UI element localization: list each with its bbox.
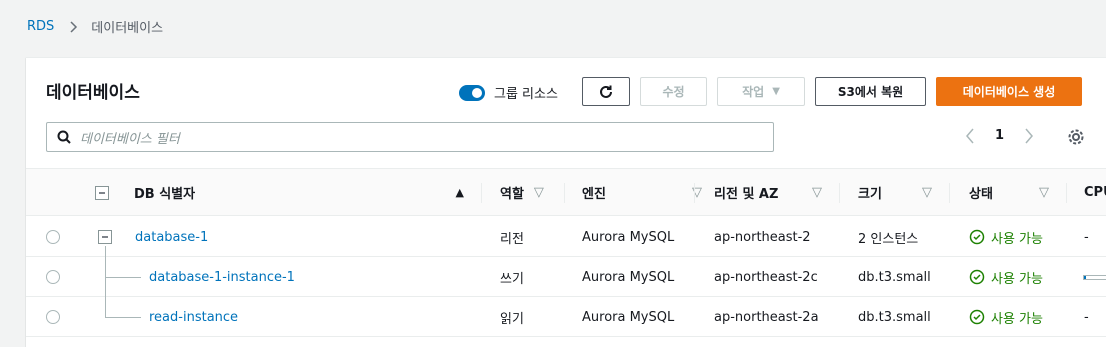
sort-icon: ▽ (1039, 185, 1049, 200)
role-cell: 쓰기 (500, 271, 524, 287)
check-circle-icon (969, 229, 985, 245)
chevron-left-icon[interactable] (965, 128, 975, 148)
row-radio[interactable] (46, 230, 60, 244)
column-db-identifier[interactable]: DB 식별자 ▲ (134, 169, 464, 216)
actions-label: 작업 (742, 85, 765, 99)
databases-panel: 데이터베이스 그룹 리소스 수정 작업 ▼ S3에서 복원 데이터베이스 생성 … (26, 57, 1106, 347)
db-identifier-link[interactable]: read-instance (149, 297, 238, 337)
actions-button[interactable]: 작업 ▼ (717, 77, 805, 106)
breadcrumb-rds-link[interactable]: RDS (27, 19, 54, 34)
toggle-label: 그룹 리소스 (494, 87, 558, 102)
gear-icon[interactable] (1067, 128, 1085, 150)
breadcrumb-current: 데이터베이스 (91, 21, 164, 36)
sort-icon: ▽ (922, 185, 932, 200)
engine-cell: Aurora MySQL (582, 309, 675, 325)
cpu-bar (1083, 257, 1106, 297)
check-circle-icon (969, 309, 985, 325)
engine-cell: Aurora MySQL (582, 229, 675, 245)
table-header: DB 식별자 ▲ 역할▽ 엔진▽ 리전 및 AZ▽ 크기▽ 상태▽ CPU (26, 168, 1106, 216)
row-radio[interactable] (46, 310, 60, 324)
sort-icon: ▽ (812, 185, 822, 200)
role-cell: 읽기 (500, 311, 524, 327)
tree-connector (105, 317, 141, 318)
modify-button[interactable]: 수정 (640, 77, 707, 106)
toggle-switch[interactable] (459, 84, 485, 101)
page-number[interactable]: 1 (995, 128, 1004, 143)
search-input[interactable]: 데이터베이스 필터 (46, 122, 774, 152)
tree-connector (105, 246, 106, 318)
size-cell: db.t3.small (858, 309, 931, 325)
group-resources-toggle[interactable]: 그룹 리소스 (459, 83, 558, 102)
column-region-az[interactable]: 리전 및 AZ ▽ (714, 169, 822, 216)
breadcrumb: RDS 데이터베이스 (27, 17, 163, 36)
search-placeholder: 데이터베이스 필터 (80, 131, 180, 147)
region-cell: ap-northeast-2 (714, 229, 811, 245)
chevron-right-icon[interactable] (1024, 128, 1034, 148)
check-circle-icon (969, 269, 985, 285)
size-cell: 2 인스턴스 (858, 231, 919, 247)
sort-ascending-icon: ▲ (455, 186, 464, 199)
page-title: 데이터베이스 (46, 83, 140, 103)
column-role[interactable]: 역할 ▽ (500, 169, 544, 216)
status-badge: 사용 가능 (969, 257, 1043, 297)
db-identifier-link[interactable]: database-1-instance-1 (149, 257, 295, 297)
cpu-cell: - (1084, 229, 1089, 245)
table-row[interactable]: read-instance 읽기 Aurora MySQL ap-northea… (26, 297, 1106, 337)
region-cell: ap-northeast-2a (714, 309, 819, 325)
region-cell: ap-northeast-2c (714, 269, 818, 285)
column-cpu[interactable]: CPU (1084, 169, 1106, 216)
create-database-button[interactable]: 데이터베이스 생성 (936, 77, 1082, 106)
tree-connector (105, 277, 141, 278)
chevron-right-icon (70, 20, 78, 33)
restore-from-s3-button[interactable]: S3에서 복원 (815, 77, 926, 106)
column-engine[interactable]: 엔진 ▽ (582, 169, 702, 216)
search-icon (57, 130, 71, 144)
column-size[interactable]: 크기 ▽ (858, 169, 932, 216)
status-badge: 사용 가능 (969, 217, 1043, 257)
row-radio[interactable] (46, 270, 60, 284)
status-badge: 사용 가능 (969, 297, 1043, 337)
db-identifier-link[interactable]: database-1 (135, 217, 208, 257)
sort-icon: ▽ (533, 185, 544, 200)
select-all-checkbox[interactable] (95, 169, 109, 216)
role-cell: 리전 (500, 231, 524, 247)
table-row[interactable]: database-1-instance-1 쓰기 Aurora MySQL ap… (26, 257, 1106, 297)
caret-down-icon: ▼ (772, 86, 780, 97)
refresh-icon (600, 85, 612, 98)
cpu-cell: - (1084, 309, 1089, 325)
table-row[interactable]: database-1 리전 Aurora MySQL ap-northeast-… (26, 217, 1106, 257)
size-cell: db.t3.small (858, 269, 931, 285)
column-status[interactable]: 상태 ▽ (969, 169, 1049, 216)
engine-cell: Aurora MySQL (582, 269, 675, 285)
refresh-button[interactable] (582, 77, 630, 106)
